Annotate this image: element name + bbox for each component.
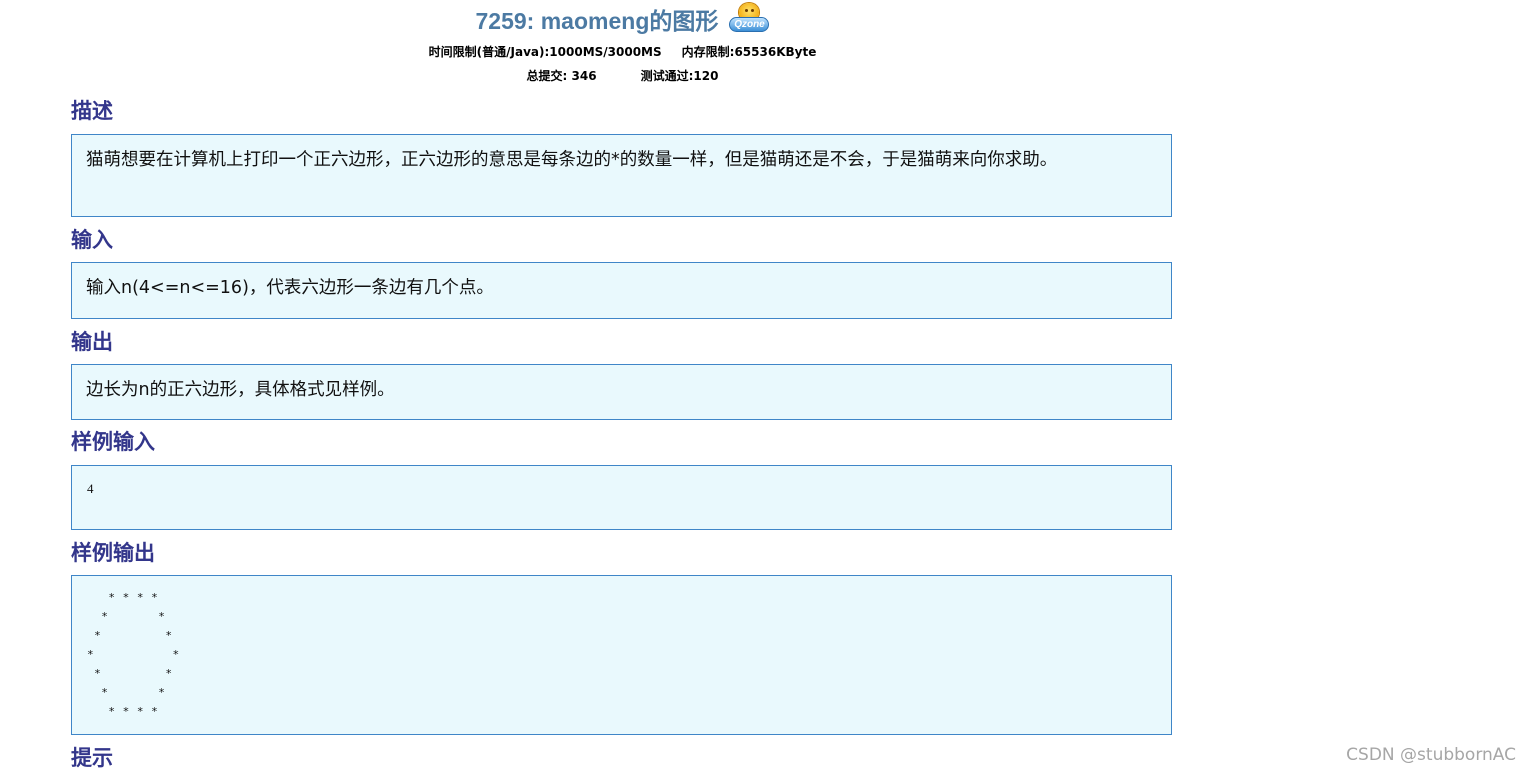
output-heading: 输出	[71, 330, 113, 354]
sample-output-box: * * * * * * * * * * * * * * * * * *	[71, 575, 1172, 735]
input-heading: 输入	[71, 228, 113, 252]
memory-limit: 内存限制:65536KByte	[681, 45, 817, 59]
input-box: 输入n(4<=n<=16)，代表六边形一条边有几个点。	[71, 262, 1172, 319]
sample-input-box: 4	[71, 465, 1172, 530]
limits-row: 时间限制(普通/Java):1000MS/3000MS 内存限制:65536KBy…	[0, 44, 1245, 60]
description-heading: 描述	[71, 99, 113, 123]
qzone-label: Qzone	[729, 17, 770, 32]
total-submissions: 总提交: 346	[526, 69, 597, 83]
description-box: 猫萌想要在计算机上打印一个正六边形，正六边形的意思是每条边的*的数量一样，但是猫…	[71, 134, 1172, 217]
hint-heading: 提示	[71, 746, 113, 770]
qzone-share-icon[interactable]: Qzone	[729, 3, 770, 33]
accepted-count: 测试通过:120	[640, 69, 719, 83]
output-box: 边长为n的正六边形，具体格式见样例。	[71, 364, 1172, 420]
problem-page: 7259: maomeng的图形 Qzone 时间限制(普通/Java):100…	[0, 0, 1530, 773]
time-limit: 时间限制(普通/Java):1000MS/3000MS	[428, 45, 662, 59]
sample-output-heading: 样例输出	[71, 541, 155, 565]
sample-input-heading: 样例输入	[71, 430, 155, 454]
stats-row: 总提交: 346 测试通过:120	[0, 68, 1245, 84]
problem-title: 7259: maomeng的图形	[475, 8, 719, 34]
title-row: 7259: maomeng的图形 Qzone	[0, 3, 1245, 38]
csdn-watermark: CSDN @stubbornAC	[1346, 745, 1516, 765]
